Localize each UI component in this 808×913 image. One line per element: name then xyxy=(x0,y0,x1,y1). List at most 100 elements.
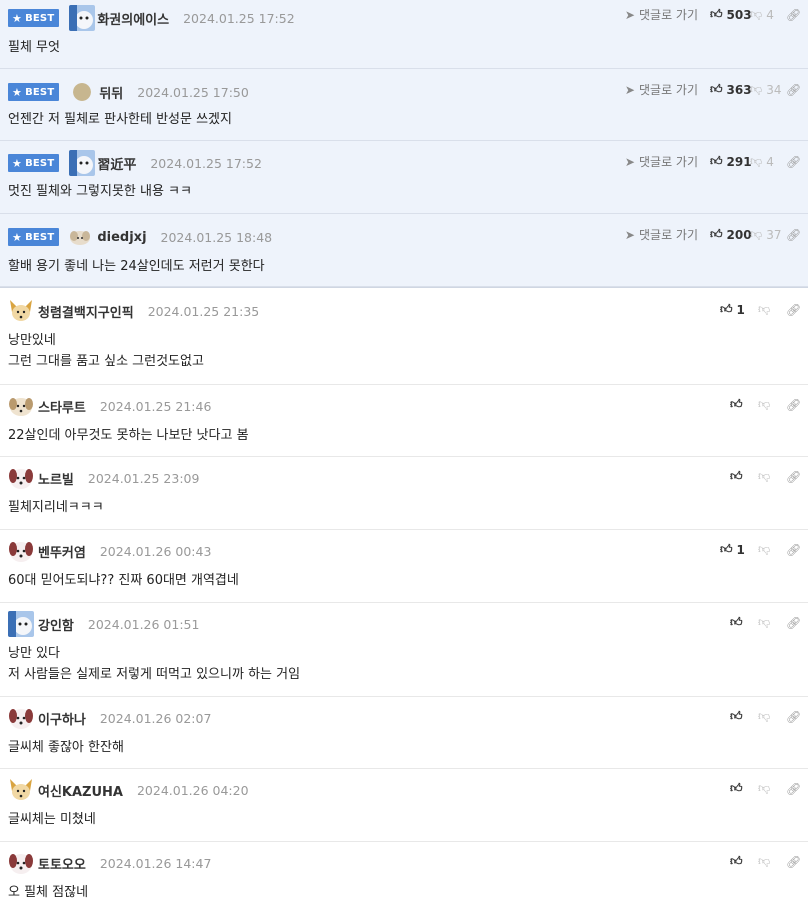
link-icon[interactable]: 🔗︎ xyxy=(786,155,801,169)
comment-body: 22살인데 아무것도 못하는 나보단 낫다고 봄 xyxy=(8,428,249,443)
link-icon[interactable]: 🔗︎ xyxy=(786,398,801,412)
star-icon: ★ xyxy=(12,11,23,25)
arrow-icon: ➤ xyxy=(624,7,635,22)
thumbs-up-icon: 👍︎ xyxy=(730,397,743,411)
nickname[interactable]: 스타루트 xyxy=(38,397,86,416)
avatar[interactable] xyxy=(69,150,96,176)
like-button[interactable]: 👍︎ 503 xyxy=(710,7,752,22)
star-icon: ★ xyxy=(12,85,23,99)
avatar[interactable] xyxy=(8,465,34,491)
dislike-button[interactable]: 👎︎ xyxy=(758,854,786,869)
like-button[interactable]: 👍︎ 200 xyxy=(710,227,752,242)
avatar[interactable] xyxy=(8,850,34,876)
thumbs-down-icon: 👎︎ xyxy=(750,154,763,168)
dislike-button[interactable]: 👎︎ xyxy=(758,615,786,630)
goto-comment-link[interactable]: ➤ 댓글로 가기 xyxy=(625,153,698,170)
avatar[interactable] xyxy=(8,777,34,803)
like-button[interactable]: 👍︎ xyxy=(730,469,758,484)
dislike-button[interactable]: 👎︎ xyxy=(758,302,786,317)
nickname[interactable]: 벤뚜커염 xyxy=(38,542,86,561)
like-button[interactable]: 👍︎ 291 xyxy=(710,154,752,169)
timestamp: 2024.01.25 17:50 xyxy=(137,84,249,100)
nickname[interactable]: 강인함 xyxy=(38,615,74,634)
thumbs-up-icon: 👍︎ xyxy=(730,469,743,483)
nickname[interactable]: 화권의에이스 xyxy=(97,9,169,28)
comment: 스타루트 2024.01.25 21:46 👍︎ 👎︎ 🔗︎ 22살인데 아무것… xyxy=(0,385,808,457)
like-button[interactable]: 👍︎ xyxy=(730,397,758,412)
thumbs-down-icon: 👎︎ xyxy=(758,781,771,795)
avatar[interactable] xyxy=(69,5,96,31)
comment: 여신KAZUHA 2024.01.26 04:20 👍︎ 👎︎ 🔗︎ 글씨체는 … xyxy=(0,769,808,842)
dislike-button[interactable]: 👎︎ xyxy=(758,542,786,557)
like-button[interactable]: 👍︎ 1 xyxy=(720,542,758,557)
link-icon[interactable]: 🔗︎ xyxy=(786,83,801,97)
avatar[interactable] xyxy=(8,298,34,324)
thumbs-down-icon: 👎︎ xyxy=(758,469,771,483)
goto-comment-link[interactable]: ➤ 댓글로 가기 xyxy=(625,6,698,23)
like-button[interactable]: 👍︎ xyxy=(730,854,758,869)
thumbs-up-icon: 👍︎ xyxy=(710,154,723,168)
link-icon[interactable]: 🔗︎ xyxy=(786,228,801,242)
like-button[interactable]: 👍︎ xyxy=(730,781,758,796)
dislike-button[interactable]: 👎︎ 37 xyxy=(750,227,786,242)
dislike-button[interactable]: 👎︎ xyxy=(758,781,786,796)
dislike-button[interactable]: 👎︎ xyxy=(758,469,786,484)
avatar[interactable] xyxy=(8,611,34,637)
avatar[interactable] xyxy=(8,393,34,419)
dislike-button[interactable]: 👎︎ xyxy=(758,397,786,412)
link-icon[interactable]: 🔗︎ xyxy=(786,710,801,724)
nickname[interactable]: 뒤뒤 xyxy=(99,83,123,102)
comment: 노르빌 2024.01.25 23:09 👍︎ 👎︎ 🔗︎ 필체지리네ㅋㅋㅋ xyxy=(0,457,808,530)
timestamp: 2024.01.26 02:07 xyxy=(99,710,212,726)
like-button[interactable]: 👍︎ 1 xyxy=(720,302,758,317)
comment-body: 멋진 필체와 그렇지못한 내용 ㅋㅋ xyxy=(8,184,192,199)
best-comment: ★ BEST 習近平 2024.01.25 17:52 ➤ 댓글로 가기 👍︎ 291… xyxy=(0,141,808,214)
timestamp: 2024.01.25 23:09 xyxy=(87,470,200,486)
avatar[interactable] xyxy=(8,705,34,731)
thumbs-up-icon: 👍︎ xyxy=(730,615,743,629)
dislike-button[interactable]: 👎︎ 4 xyxy=(750,154,786,169)
nickname[interactable]: 여신KAZUHA xyxy=(38,781,123,800)
link-icon[interactable]: 🔗︎ xyxy=(786,782,801,796)
link-icon[interactable]: 🔗︎ xyxy=(786,543,801,557)
comment-body: 글씨체는 미쳤네 xyxy=(8,812,96,827)
like-button[interactable]: 👍︎ xyxy=(730,709,758,724)
thumbs-down-icon: 👎︎ xyxy=(750,227,763,241)
timestamp: 2024.01.25 21:35 xyxy=(147,303,260,319)
avatar[interactable] xyxy=(8,538,34,564)
goto-comment-link[interactable]: ➤ 댓글로 가기 xyxy=(625,226,698,243)
link-icon[interactable]: 🔗︎ xyxy=(786,855,801,869)
link-icon[interactable]: 🔗︎ xyxy=(786,8,801,22)
thumbs-down-icon: 👎︎ xyxy=(758,854,771,868)
thumbs-down-icon: 👎︎ xyxy=(750,7,763,21)
dislike-button[interactable]: 👎︎ 34 xyxy=(750,82,786,97)
comment-body: 오 필체 점잖네 xyxy=(8,885,89,900)
nickname[interactable]: 청렴결백지구인픽 xyxy=(38,302,134,321)
link-icon[interactable]: 🔗︎ xyxy=(786,303,801,317)
comment-body: 할배 용기 좋네 나는 24살인데도 저런거 못한다 xyxy=(8,259,265,274)
comment: 강인함 2024.01.26 01:51 👍︎ 👎︎ 🔗︎ 낭만 있다 저 사람… xyxy=(0,603,808,697)
goto-comment-link[interactable]: ➤ 댓글로 가기 xyxy=(625,81,698,98)
like-button[interactable]: 👍︎ xyxy=(730,615,758,630)
avatar[interactable] xyxy=(73,83,92,101)
thumbs-down-icon: 👎︎ xyxy=(758,709,771,723)
best-badge: ★ BEST xyxy=(8,228,60,246)
nickname[interactable]: 토토오오 xyxy=(38,854,86,873)
star-icon: ★ xyxy=(12,156,23,170)
like-button[interactable]: 👍︎ 363 xyxy=(710,82,752,97)
best-badge: ★ BEST xyxy=(8,83,60,101)
nickname[interactable]: 노르빌 xyxy=(38,469,74,488)
arrow-icon: ➤ xyxy=(624,154,635,169)
dislike-button[interactable]: 👎︎ xyxy=(758,709,786,724)
thumbs-up-icon: 👍︎ xyxy=(710,227,723,241)
dislike-button[interactable]: 👎︎ 4 xyxy=(750,7,786,22)
nickname[interactable]: 習近平 xyxy=(97,154,136,173)
nickname[interactable]: 이구하나 xyxy=(38,709,86,728)
comment-body: 필체 무엇 xyxy=(8,40,60,55)
link-icon[interactable]: 🔗︎ xyxy=(786,470,801,484)
timestamp: 2024.01.26 01:51 xyxy=(87,616,200,632)
nickname[interactable]: diedjxj xyxy=(97,230,146,245)
comment-body: 필체지리네ㅋㅋㅋ xyxy=(8,500,104,515)
avatar[interactable] xyxy=(69,228,91,246)
link-icon[interactable]: 🔗︎ xyxy=(786,616,801,630)
